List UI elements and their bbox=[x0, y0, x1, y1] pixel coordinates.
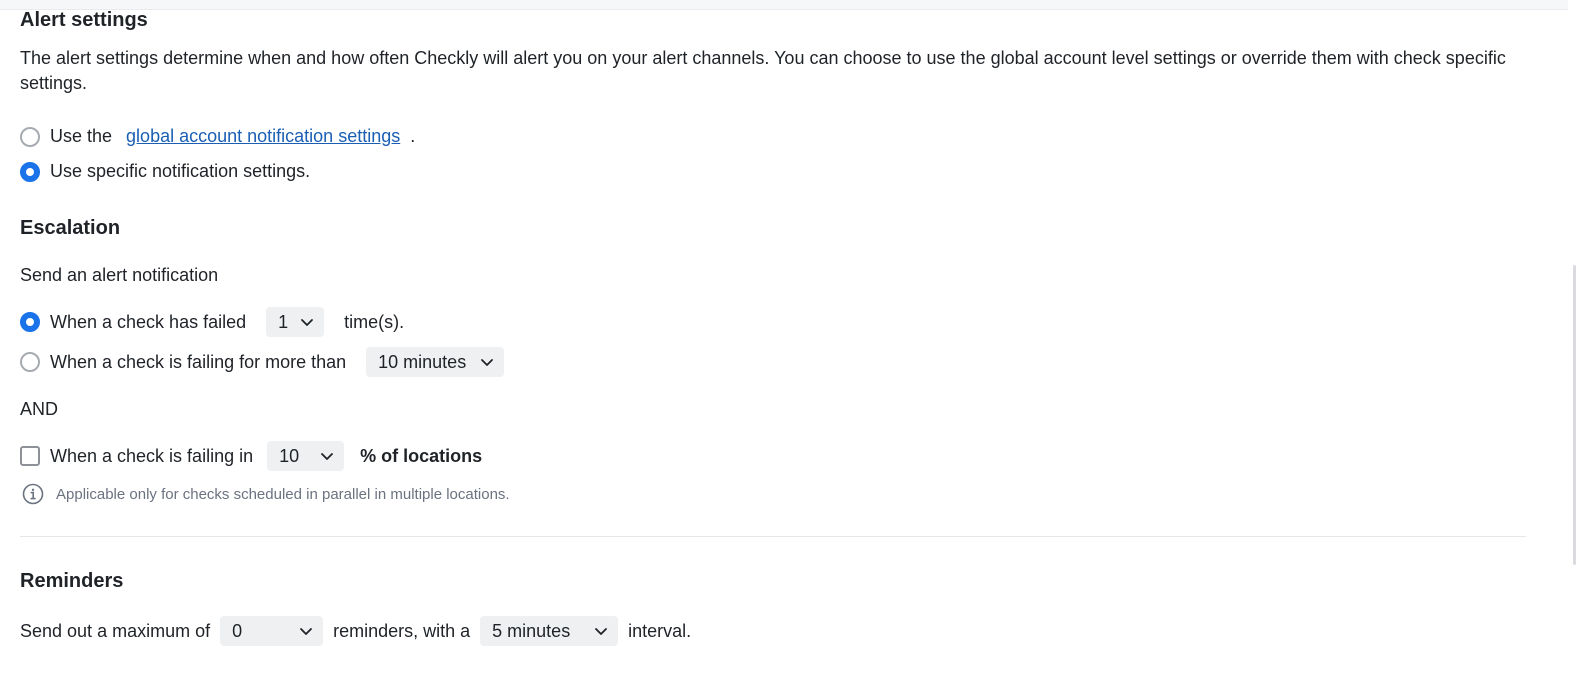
failed-times-radio[interactable] bbox=[20, 312, 40, 332]
alert-settings-description: The alert settings determine when and ho… bbox=[20, 48, 1506, 93]
reminders-title: Reminders bbox=[20, 570, 124, 592]
failing-duration-value: 10 minutes bbox=[378, 351, 467, 372]
top-bar bbox=[0, 0, 1582, 10]
section-divider bbox=[20, 536, 1526, 537]
specific-settings-option[interactable]: Use specific notification settings. bbox=[20, 161, 310, 182]
reminders-max-value: 0 bbox=[232, 620, 243, 641]
reminders-row: Send out a maximum of 0 reminders, with … bbox=[20, 616, 691, 646]
reminders-middle: reminders, with a bbox=[333, 620, 471, 641]
reminders-suffix: interval. bbox=[628, 620, 692, 641]
specific-settings-radio[interactable] bbox=[20, 161, 40, 182]
chevron-down-icon bbox=[321, 453, 334, 460]
reminders-interval-select[interactable]: 5 minutes bbox=[480, 616, 619, 646]
global-settings-radio[interactable] bbox=[20, 126, 40, 147]
escalation-title: Escalation bbox=[20, 217, 121, 239]
scrollbar[interactable] bbox=[1568, 0, 1582, 674]
info-icon bbox=[22, 483, 44, 505]
failing-duration-select[interactable]: 10 minutes bbox=[366, 347, 505, 377]
failing-duration-radio[interactable] bbox=[20, 352, 40, 372]
global-settings-link[interactable]: global account notification settings bbox=[126, 126, 400, 147]
failed-times-suffix: time(s). bbox=[344, 311, 405, 332]
specific-settings-label: Use specific notification settings. bbox=[50, 161, 311, 181]
failed-times-label: When a check has failed bbox=[50, 311, 247, 332]
alert-settings-title: Alert settings bbox=[20, 9, 148, 31]
reminders-prefix: Send out a maximum of bbox=[20, 620, 211, 641]
failed-times-option[interactable]: When a check has failed 1 time(s). bbox=[20, 307, 404, 337]
chevron-down-icon bbox=[595, 628, 608, 635]
chevron-down-icon bbox=[300, 628, 312, 635]
reminders-max-select[interactable]: 0 bbox=[220, 616, 324, 646]
escalation-subtitle: Send an alert notification bbox=[20, 265, 219, 285]
chevron-down-icon bbox=[301, 319, 314, 326]
global-settings-suffix: . bbox=[410, 126, 416, 146]
locations-hint: Applicable only for checks scheduled in … bbox=[22, 483, 510, 505]
locations-value: 10 bbox=[279, 445, 300, 466]
and-label: AND bbox=[20, 399, 59, 419]
locations-hint-text: Applicable only for checks scheduled in … bbox=[56, 485, 510, 503]
locations-suffix: % of locations bbox=[360, 445, 483, 466]
failed-times-select[interactable]: 1 bbox=[266, 307, 325, 337]
locations-checkbox[interactable] bbox=[20, 446, 40, 466]
failed-times-value: 1 bbox=[278, 311, 289, 332]
global-settings-option[interactable]: Use the global account notification sett… bbox=[20, 126, 415, 147]
locations-option[interactable]: When a check is failing in 10 % of locat… bbox=[20, 441, 482, 471]
locations-select[interactable]: 10 bbox=[267, 441, 345, 471]
locations-label: When a check is failing in bbox=[50, 445, 254, 466]
chevron-down-icon bbox=[481, 359, 494, 366]
failing-duration-option[interactable]: When a check is failing for more than 10… bbox=[20, 347, 505, 377]
scrollbar-thumb[interactable] bbox=[1573, 265, 1576, 565]
global-settings-prefix: Use the bbox=[50, 126, 113, 146]
failing-duration-label: When a check is failing for more than bbox=[50, 351, 347, 372]
reminders-interval-value: 5 minutes bbox=[492, 620, 571, 641]
